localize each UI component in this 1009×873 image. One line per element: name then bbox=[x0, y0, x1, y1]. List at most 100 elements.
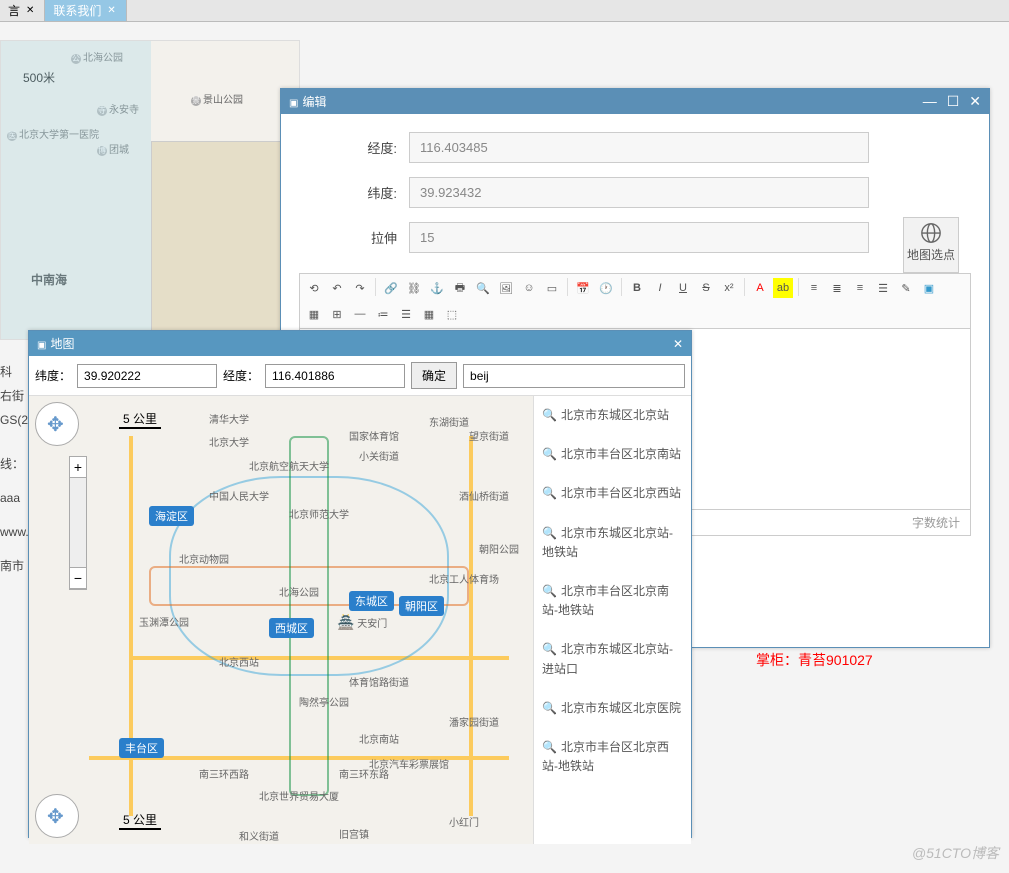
result-item[interactable]: 🔍北京市丰台区北京南站-地铁站 bbox=[534, 572, 691, 630]
map-poi: 北海公园 bbox=[279, 584, 319, 599]
globe-icon bbox=[920, 222, 942, 244]
table-button[interactable]: ▦ bbox=[304, 304, 324, 324]
result-item[interactable]: 🔍北京市东城区北京医院 bbox=[534, 689, 691, 728]
window-titlebar[interactable]: ▣编辑 — ☐ ✕ bbox=[281, 89, 989, 114]
pagebreak-button[interactable]: ▭ bbox=[542, 278, 562, 298]
ul-button[interactable]: ☰ bbox=[396, 304, 416, 324]
superscript-button[interactable]: x² bbox=[719, 278, 739, 298]
underline-button[interactable]: U bbox=[673, 278, 693, 298]
align-right-button[interactable]: ≡ bbox=[850, 278, 870, 298]
minimize-icon[interactable]: — bbox=[923, 93, 937, 110]
map-poi: 小红门 bbox=[449, 814, 479, 829]
result-item[interactable]: 🔍北京市东城区北京站-进站口 bbox=[534, 630, 691, 688]
zoom-out-button[interactable]: − bbox=[70, 568, 86, 589]
emoji-button[interactable]: ☺ bbox=[519, 278, 539, 298]
tab-active[interactable]: 联系我们 ✕ bbox=[45, 0, 126, 21]
map-icon: ▣ bbox=[37, 340, 46, 351]
date-button[interactable]: 📅 bbox=[573, 278, 593, 298]
map-poi: 南三环东路 bbox=[339, 766, 389, 781]
editor-toolbar: ⟲ ↶ ↷ 🔗 ⛓ ⚓ 🖶 🔍 🖼 ☺ ▭ 📅 🕐 B I U S bbox=[300, 274, 970, 329]
word-count-button[interactable]: 字数统计 bbox=[912, 516, 960, 530]
result-item[interactable]: 🔍北京市丰台区北京西站-地铁站 bbox=[534, 728, 691, 786]
window-titlebar[interactable]: ▣地图 ✕ bbox=[29, 331, 691, 356]
close-icon[interactable]: ✕ bbox=[969, 93, 981, 110]
map-poi: 北京航空航天大学 bbox=[249, 458, 329, 473]
zoom-label: 拉伸 bbox=[299, 228, 409, 247]
strike-button[interactable]: S bbox=[696, 278, 716, 298]
district-badge: 东城区 bbox=[349, 591, 394, 611]
map-center: 🏯 天安门 bbox=[337, 614, 387, 631]
window-icon: ▣ bbox=[289, 98, 298, 109]
print-button[interactable]: 🖶 bbox=[450, 278, 470, 298]
insert-row-button[interactable]: ⊞ bbox=[327, 304, 347, 324]
map-poi: 旧宫镇 bbox=[339, 826, 369, 841]
map-canvas[interactable]: + − 5 公里 5 公里 海淀区 西城区 东城区 朝阳区 丰台区 🏯 天安门 bbox=[29, 396, 533, 844]
zoom-input[interactable] bbox=[409, 222, 869, 253]
map-poi: 望京街道 bbox=[469, 428, 509, 443]
ok-button[interactable]: 确定 bbox=[411, 362, 457, 389]
align-justify-button[interactable]: ☰ bbox=[873, 278, 893, 298]
tab-inactive[interactable]: 言 ✕ bbox=[0, 0, 45, 21]
lat-label: 纬度： bbox=[35, 367, 71, 384]
bold-button[interactable]: B bbox=[627, 278, 647, 298]
district-badge: 朝阳区 bbox=[399, 596, 444, 616]
map-poi: 小关街道 bbox=[359, 448, 399, 463]
search-icon: 🔍 bbox=[542, 447, 557, 461]
ol-button[interactable]: ≔ bbox=[373, 304, 393, 324]
preview-button[interactable]: 🔍 bbox=[473, 278, 493, 298]
latitude-input[interactable] bbox=[409, 177, 869, 208]
longitude-input[interactable] bbox=[409, 132, 869, 163]
grid-button[interactable]: ▦ bbox=[419, 304, 439, 324]
map-poi: 北京工人体育场 bbox=[429, 571, 499, 586]
water-area bbox=[1, 41, 151, 340]
map-search-bar: 纬度： 经度： 确定 bbox=[29, 356, 691, 396]
link-button[interactable]: 🔗 bbox=[381, 278, 401, 298]
maximize-icon[interactable]: ☐ bbox=[947, 93, 960, 110]
lng-input[interactable] bbox=[265, 364, 405, 388]
map-pick-button[interactable]: 地图选点 bbox=[903, 217, 959, 273]
metro-line bbox=[289, 436, 329, 796]
align-left-button[interactable]: ≡ bbox=[804, 278, 824, 298]
palace-area bbox=[151, 141, 291, 331]
background-map[interactable]: 500米 公北海公园 中南海 景景山公园 寺永安寺 博团城 博神武门 宫乾清宫 … bbox=[0, 40, 300, 340]
search-icon: 🔍 bbox=[542, 408, 557, 422]
fontcolor-button[interactable]: A bbox=[750, 278, 770, 298]
align-center-button[interactable]: ≣ bbox=[827, 278, 847, 298]
close-icon[interactable]: ✕ bbox=[673, 337, 683, 351]
fullscreen-button[interactable]: ▣ bbox=[919, 278, 939, 298]
result-item[interactable]: 🔍北京市丰台区北京西站 bbox=[534, 474, 691, 513]
district-badge: 海淀区 bbox=[149, 506, 194, 526]
map-poi: 和义街道 bbox=[239, 828, 279, 843]
lat-input[interactable] bbox=[77, 364, 217, 388]
tab-label: 言 bbox=[8, 2, 20, 19]
hr-button[interactable]: — bbox=[350, 304, 370, 324]
close-icon[interactable]: ✕ bbox=[24, 5, 36, 16]
close-icon[interactable]: ✕ bbox=[105, 5, 117, 16]
latitude-label: 纬度: bbox=[299, 183, 409, 202]
time-button[interactable]: 🕐 bbox=[596, 278, 616, 298]
result-item[interactable]: 🔍北京市丰台区北京南站 bbox=[534, 435, 691, 474]
anchor-button[interactable]: ⚓ bbox=[427, 278, 447, 298]
source-button[interactable]: ⟲ bbox=[304, 278, 324, 298]
zoom-in-button[interactable]: + bbox=[70, 457, 86, 478]
map-poi: 朝阳公园 bbox=[479, 541, 519, 556]
pan-control[interactable] bbox=[35, 794, 79, 838]
redo-button[interactable]: ↷ bbox=[350, 278, 370, 298]
map-poi: 陶然亭公园 bbox=[299, 694, 349, 709]
undo-button[interactable]: ↶ bbox=[327, 278, 347, 298]
code-button[interactable]: ⬚ bbox=[442, 304, 462, 324]
zoom-track[interactable] bbox=[70, 478, 86, 568]
result-item[interactable]: 🔍北京市东城区北京站 bbox=[534, 396, 691, 435]
longitude-label: 经度: bbox=[299, 138, 409, 157]
italic-button[interactable]: I bbox=[650, 278, 670, 298]
search-input[interactable] bbox=[463, 364, 685, 388]
zoom-control[interactable]: + − bbox=[69, 456, 87, 590]
unlink-button[interactable]: ⛓ bbox=[404, 278, 424, 298]
clear-format-button[interactable]: ✎ bbox=[896, 278, 916, 298]
pan-control[interactable] bbox=[35, 402, 79, 446]
image-button[interactable]: 🖼 bbox=[496, 278, 516, 298]
bgcolor-button[interactable]: ab bbox=[773, 278, 793, 298]
map-poi: 国家体育馆 bbox=[349, 428, 399, 443]
result-item[interactable]: 🔍北京市东城区北京站-地铁站 bbox=[534, 514, 691, 572]
map-poi: 北京西站 bbox=[219, 654, 259, 669]
